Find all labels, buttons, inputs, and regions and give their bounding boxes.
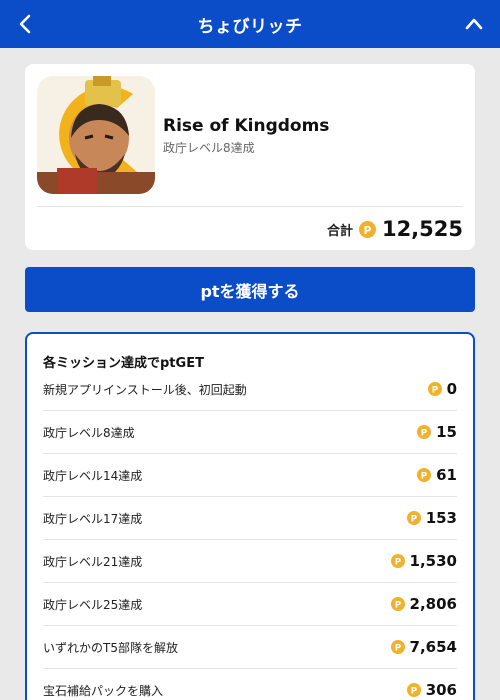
mission-points: P 306 xyxy=(406,681,457,699)
total-row: 合計 P 12,525 xyxy=(327,214,463,244)
svg-text:P: P xyxy=(410,515,417,525)
mission-point-value: 61 xyxy=(436,466,457,484)
mission-point-value: 306 xyxy=(425,681,457,699)
point-coin-icon: P xyxy=(417,425,432,439)
mission-label: 政庁レベル21達成 xyxy=(43,554,143,569)
get-points-button[interactable]: ptを獲得する xyxy=(25,267,475,312)
mission-points: P 2,806 xyxy=(390,595,457,613)
mission-list: 新規アプリインストール後、初回起動 P 0 政庁レベル8達成 P 15 政庁レベ… xyxy=(43,368,457,700)
mission-point-value: 1,530 xyxy=(409,552,457,570)
mission-label: 政庁レベル8達成 xyxy=(43,425,135,440)
app-header: ちょびリッチ xyxy=(0,0,500,48)
mission-point-value: 2,806 xyxy=(409,595,457,613)
svg-text:P: P xyxy=(394,644,401,654)
app-icon[interactable] xyxy=(37,76,155,194)
mission-label: 政庁レベル17達成 xyxy=(43,511,143,526)
mission-points: P 7,654 xyxy=(390,638,457,656)
point-coin-icon: P xyxy=(390,554,405,568)
point-coin-icon: P xyxy=(417,468,432,482)
total-label: 合計 xyxy=(326,223,353,239)
point-coin-icon: P xyxy=(427,382,442,396)
list-item: 政庁レベル21達成 P 1,530 xyxy=(43,540,457,583)
total-points: 12,525 xyxy=(381,217,463,241)
point-coin-icon: P xyxy=(390,597,405,611)
divider xyxy=(37,206,463,207)
mission-points: P 1,530 xyxy=(390,552,457,570)
list-item: 政庁レベル17達成 P 153 xyxy=(43,497,457,540)
chevron-left-icon[interactable] xyxy=(12,10,40,38)
mission-points: P 0 xyxy=(427,380,457,398)
app-card: Rise of Kingdoms 政庁レベル8達成 合計 P 12,525 xyxy=(25,64,475,250)
point-coin-icon: P xyxy=(358,220,376,238)
svg-text:P: P xyxy=(394,558,401,568)
mission-label: 政庁レベル25達成 xyxy=(43,597,143,612)
mission-point-value: 0 xyxy=(446,380,457,398)
mission-points: P 15 xyxy=(417,423,457,441)
point-coin-icon: P xyxy=(390,640,405,654)
svg-text:P: P xyxy=(421,429,428,439)
page-title: ちょびリッチ xyxy=(197,16,303,37)
app-subtitle: 政庁レベル8達成 xyxy=(163,141,255,155)
list-item: 政庁レベル25達成 P 2,806 xyxy=(43,583,457,626)
point-coin-icon: P xyxy=(406,511,421,525)
mission-label: いずれかのT5部隊を解放 xyxy=(43,640,178,655)
list-item: いずれかのT5部隊を解放 P 7,654 xyxy=(43,626,457,669)
point-coin-icon: P xyxy=(406,683,421,697)
list-item: 政庁レベル8達成 P 15 xyxy=(43,411,457,454)
svg-text:P: P xyxy=(421,472,428,482)
list-item: 新規アプリインストール後、初回起動 P 0 xyxy=(43,368,457,411)
missions-card: 各ミッション達成でptGET 新規アプリインストール後、初回起動 P 0 政庁レ… xyxy=(25,332,475,700)
chevron-up-icon[interactable] xyxy=(460,10,488,38)
mission-label: 政庁レベル14達成 xyxy=(43,468,143,483)
mission-point-value: 7,654 xyxy=(409,638,457,656)
mission-points: P 153 xyxy=(406,509,457,527)
list-item: 宝石補給パックを購入 P 306 xyxy=(43,669,457,700)
mission-point-value: 153 xyxy=(425,509,457,527)
svg-text:P: P xyxy=(410,687,417,697)
mission-point-value: 15 xyxy=(436,423,457,441)
list-item: 政庁レベル14達成 P 61 xyxy=(43,454,457,497)
mission-label: 新規アプリインストール後、初回起動 xyxy=(43,382,247,397)
svg-text:P: P xyxy=(431,386,438,396)
app-name: Rise of Kingdoms xyxy=(163,116,330,136)
mission-label: 宝石補給パックを購入 xyxy=(43,683,164,698)
svg-text:P: P xyxy=(394,601,401,611)
mission-points: P 61 xyxy=(417,466,457,484)
svg-text:P: P xyxy=(364,223,372,236)
